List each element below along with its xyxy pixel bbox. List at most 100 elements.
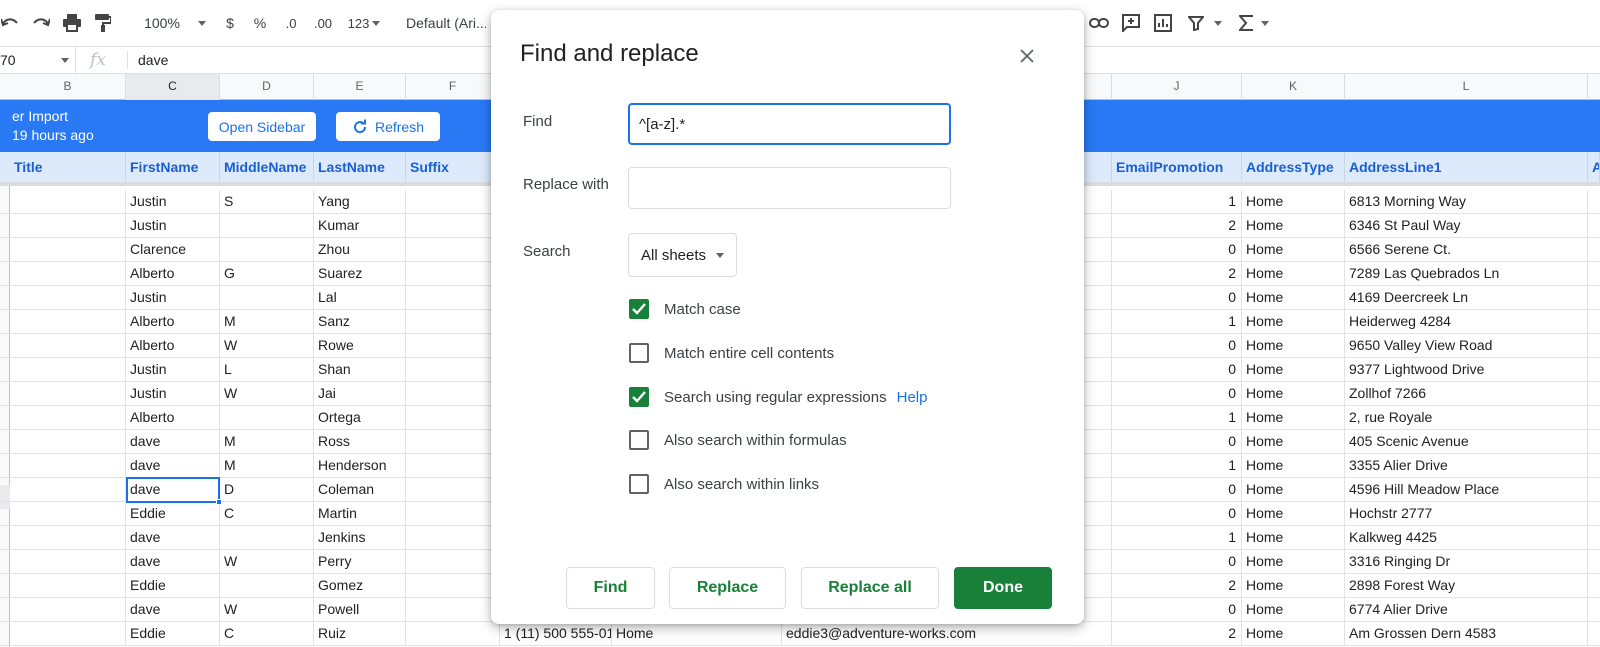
cell-emailpromotion[interactable]: 0 — [1112, 358, 1242, 382]
column-header-k[interactable]: K — [1242, 74, 1345, 100]
cell-suffix[interactable] — [406, 190, 500, 214]
cell-email[interactable]: eddie3@adventure-works.com — [782, 622, 1112, 646]
cell-suffix[interactable] — [406, 502, 500, 526]
header-lastname[interactable]: LastName — [314, 152, 406, 182]
cell-title[interactable] — [10, 334, 126, 358]
cell-middlename[interactable]: W — [220, 598, 314, 622]
cell-lastname[interactable]: Powell — [314, 598, 406, 622]
cell-emailpromotion[interactable]: 1 — [1112, 190, 1242, 214]
cell-title[interactable] — [10, 406, 126, 430]
cell-suffix[interactable] — [406, 334, 500, 358]
cell-lastname[interactable]: Ruiz — [314, 622, 406, 646]
header-addresstype[interactable]: AddressType — [1242, 152, 1345, 182]
cell-addressline1[interactable]: 3316 Ringing Dr — [1345, 550, 1588, 574]
cell-suffix[interactable] — [406, 358, 500, 382]
search-scope-select[interactable]: All sheets — [628, 233, 737, 277]
paint-format-icon[interactable] — [92, 10, 114, 36]
cell-addressline1[interactable]: Kalkweg 4425 — [1345, 526, 1588, 550]
cell-suffix[interactable] — [406, 574, 500, 598]
cell-emailpromotion[interactable]: 0 — [1112, 238, 1242, 262]
header-overflow[interactable]: A — [1588, 152, 1600, 182]
cell-addresstype[interactable]: Home — [1242, 286, 1345, 310]
cell-emailpromotion[interactable]: 0 — [1112, 598, 1242, 622]
cell-addressline1[interactable]: Heiderweg 4284 — [1345, 310, 1588, 334]
column-header-c[interactable]: C — [126, 74, 220, 100]
column-header-b[interactable]: B — [10, 74, 126, 100]
header-title[interactable]: Title — [10, 152, 126, 182]
cell-firstname[interactable]: Justin — [126, 286, 220, 310]
cell-addresstype[interactable]: Home — [1242, 310, 1345, 334]
cell-suffix[interactable] — [406, 238, 500, 262]
cell-lastname[interactable]: Coleman — [314, 478, 406, 502]
cell-emailpromotion[interactable]: 0 — [1112, 502, 1242, 526]
filter-icon[interactable] — [1186, 10, 1224, 36]
cell-addresstype[interactable]: Home — [1242, 190, 1345, 214]
cell-addresstype[interactable]: Home — [1242, 238, 1345, 262]
cell-emailpromotion[interactable]: 0 — [1112, 334, 1242, 358]
cell-firstname[interactable]: Eddie — [126, 574, 220, 598]
header-suffix[interactable]: Suffix — [406, 152, 500, 182]
cell-lastname[interactable]: Kumar — [314, 214, 406, 238]
cell-addresstype[interactable]: Home — [1242, 262, 1345, 286]
option-match-case[interactable]: Match case — [629, 297, 741, 321]
name-box[interactable]: 70 — [0, 47, 76, 73]
cell-addressline1[interactable]: 4596 Hill Meadow Place — [1345, 478, 1588, 502]
cell-addresstype[interactable]: Home — [1242, 478, 1345, 502]
replace-input[interactable] — [628, 167, 951, 209]
cell-lastname[interactable]: Ross — [314, 430, 406, 454]
help-link[interactable]: Help — [897, 389, 928, 406]
cell-emailpromotion[interactable]: 0 — [1112, 286, 1242, 310]
cell-addresstype[interactable]: Home — [1242, 502, 1345, 526]
formula-input[interactable]: dave — [138, 52, 168, 68]
header-addressline1[interactable]: AddressLine1 — [1345, 152, 1588, 182]
cell-middlename[interactable]: D — [220, 478, 314, 502]
cell-title[interactable] — [10, 382, 126, 406]
replace-button[interactable]: Replace — [669, 567, 786, 609]
cell-addresstype[interactable]: Home — [1242, 406, 1345, 430]
cell-firstname[interactable]: Justin — [126, 190, 220, 214]
cell-lastname[interactable]: Henderson — [314, 454, 406, 478]
cell-emailpromotion[interactable]: 2 — [1112, 574, 1242, 598]
cell-title[interactable] — [10, 454, 126, 478]
cell-middlename[interactable] — [220, 406, 314, 430]
cell-lastname[interactable]: Zhou — [314, 238, 406, 262]
cell-addressline1[interactable]: Hochstr 2777 — [1345, 502, 1588, 526]
cell-addressline1[interactable]: 6346 St Paul Way — [1345, 214, 1588, 238]
cell-suffix[interactable] — [406, 262, 500, 286]
cell-lastname[interactable]: Suarez — [314, 262, 406, 286]
cell-addresstype[interactable]: Home — [1242, 598, 1345, 622]
cell-middlename[interactable] — [220, 214, 314, 238]
cell-emailpromotion[interactable]: 0 — [1112, 478, 1242, 502]
cell-emailpromotion[interactable]: 0 — [1112, 550, 1242, 574]
column-header-d[interactable]: D — [220, 74, 314, 100]
cell-title[interactable] — [10, 214, 126, 238]
cell-title[interactable] — [10, 598, 126, 622]
increase-decimals-button[interactable]: .00 — [310, 10, 336, 36]
cell-suffix[interactable] — [406, 526, 500, 550]
cell-title[interactable] — [10, 310, 126, 334]
column-header-j[interactable]: J — [1112, 74, 1242, 100]
cell-middlename[interactable]: C — [220, 622, 314, 646]
cell-title[interactable] — [10, 478, 126, 502]
cell-firstname[interactable]: Justin — [126, 214, 220, 238]
option-match-entire-cell[interactable]: Match entire cell contents — [629, 341, 834, 365]
undo-icon[interactable] — [0, 10, 20, 36]
cell-lastname[interactable]: Jenkins — [314, 526, 406, 550]
cell-addresstype[interactable]: Home — [1242, 622, 1345, 646]
insert-chart-icon[interactable] — [1152, 10, 1174, 36]
cell-middlename[interactable] — [220, 286, 314, 310]
find-button[interactable]: Find — [566, 567, 655, 609]
cell-middlename[interactable]: C — [220, 502, 314, 526]
cell-emailpromotion[interactable]: 1 — [1112, 526, 1242, 550]
cell-suffix[interactable] — [406, 454, 500, 478]
cell-firstname[interactable]: dave — [126, 598, 220, 622]
refresh-button[interactable]: Refresh — [336, 112, 440, 141]
cell-suffix[interactable] — [406, 550, 500, 574]
cell-firstname[interactable]: Alberto — [126, 334, 220, 358]
option-search-links[interactable]: Also search within links — [629, 472, 819, 496]
cell-middlename[interactable] — [220, 574, 314, 598]
cell-addresstype[interactable]: Home — [1242, 382, 1345, 406]
cell-addresstype[interactable]: Home — [1242, 550, 1345, 574]
cell-emailpromotion[interactable]: 2 — [1112, 214, 1242, 238]
cell-lastname[interactable]: Yang — [314, 190, 406, 214]
